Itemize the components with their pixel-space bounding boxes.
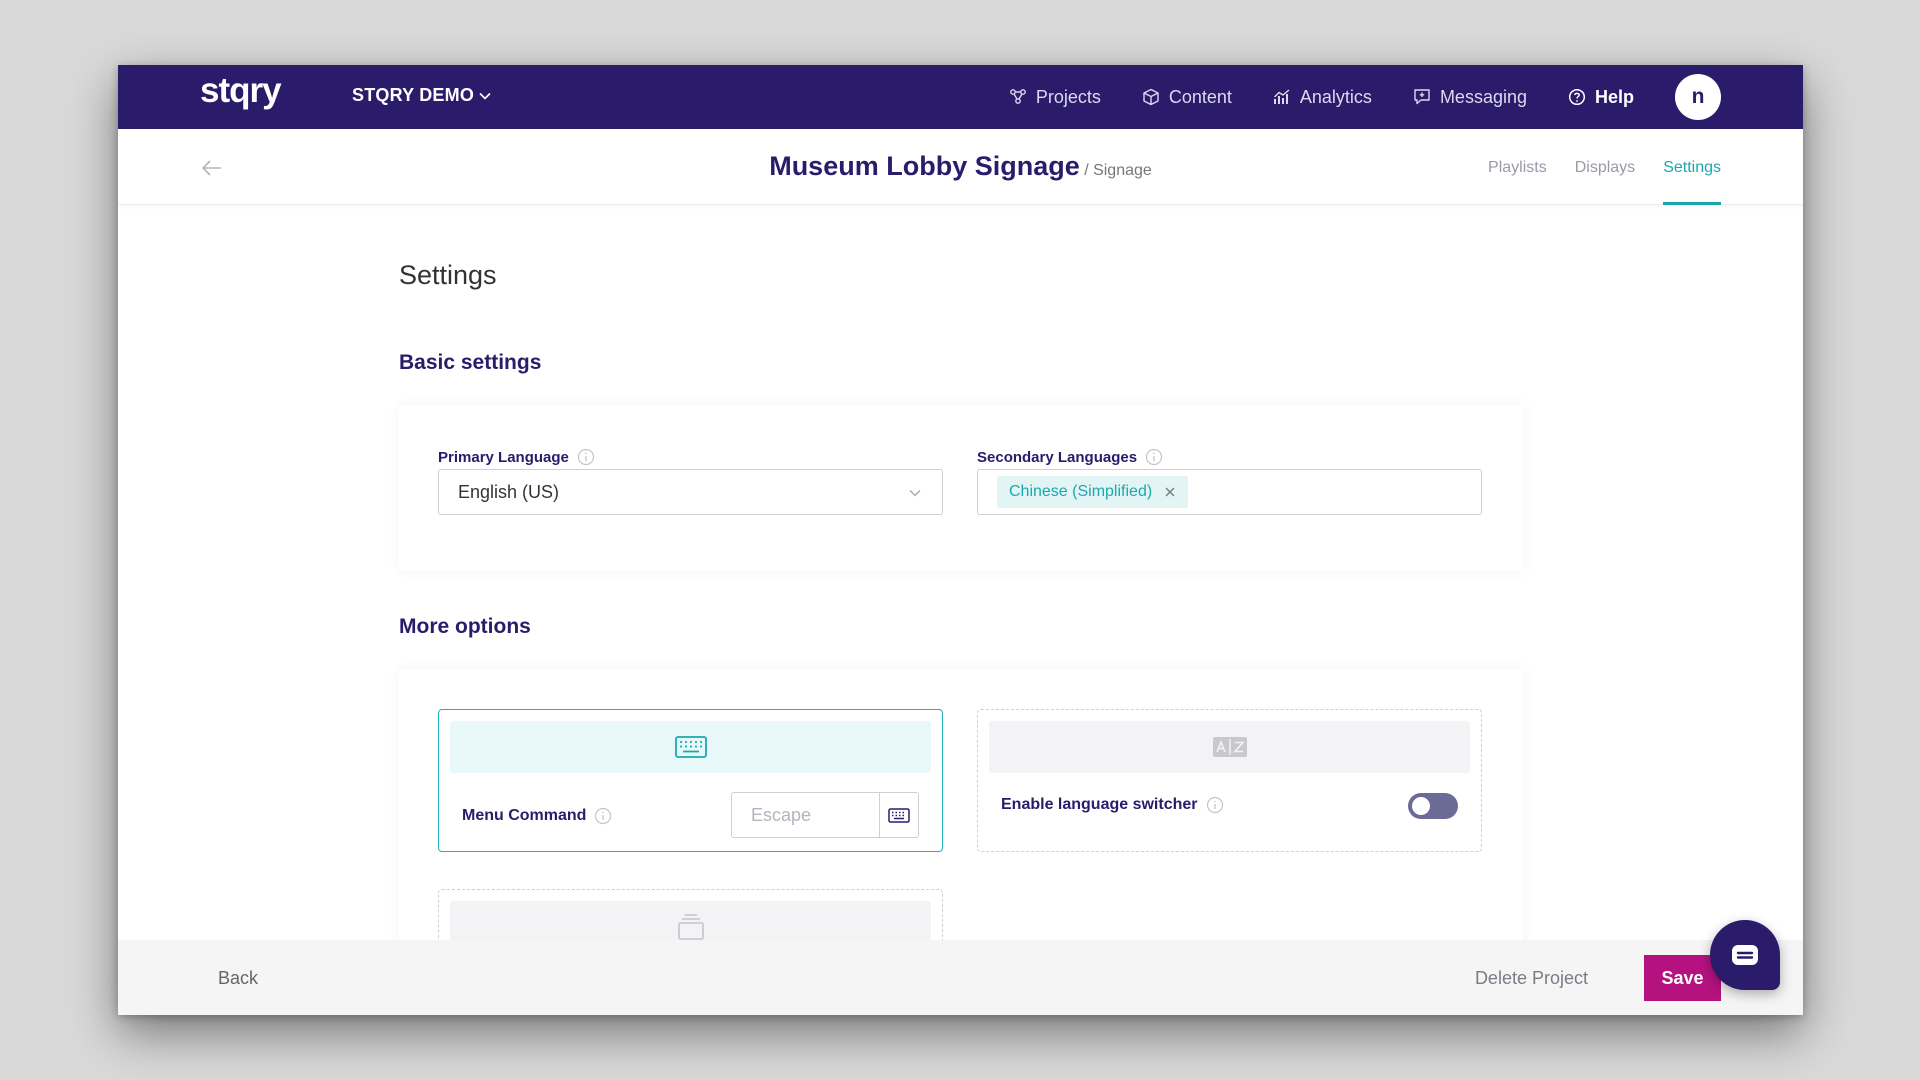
primary-language-label-text: Primary Language: [438, 448, 569, 466]
menu-command-input-group: [731, 792, 919, 838]
secondary-languages-label-text: Secondary Languages: [977, 448, 1138, 466]
info-icon[interactable]: [577, 448, 595, 466]
project-header: Museum Lobby Signage / Signage Playlists…: [118, 129, 1803, 205]
nav-messaging[interactable]: Messaging: [1413, 87, 1527, 108]
footer-bar: Back Delete Project Save: [118, 940, 1803, 1015]
org-switcher[interactable]: STQRY DEMO: [352, 85, 492, 106]
project-title: Museum Lobby Signage: [769, 151, 1080, 181]
primary-language-select[interactable]: English (US): [438, 469, 943, 515]
page-title: Settings: [399, 260, 497, 290]
nav-help[interactable]: Help: [1568, 87, 1634, 108]
project-type: / Signage: [1084, 162, 1152, 179]
keyboard-icon: [888, 807, 910, 823]
keyboard-icon: [674, 736, 707, 758]
menu-command-label: Menu Command: [462, 807, 612, 825]
layers-option-banner: [450, 901, 931, 940]
more-options-card: Menu Command Enable language switcher: [399, 669, 1523, 940]
language-switcher-banner: [989, 721, 1470, 773]
menu-command-label-text: Menu Command: [462, 807, 587, 824]
box-icon: [1143, 88, 1159, 106]
back-link[interactable]: Back: [218, 968, 258, 989]
language-switcher-toggle[interactable]: [1408, 793, 1458, 819]
menu-command-banner: [450, 721, 931, 773]
info-icon[interactable]: [594, 807, 612, 825]
tab-playlists[interactable]: Playlists: [1488, 129, 1547, 205]
secondary-languages-multiselect[interactable]: Chinese (Simplified): [977, 469, 1482, 515]
stack-icon: [677, 914, 704, 940]
help-icon: [1568, 88, 1586, 106]
basic-settings-card: Primary Language English (US) Secondary …: [399, 405, 1523, 571]
primary-language-value: English (US): [458, 482, 560, 502]
layers-option[interactable]: [438, 889, 943, 940]
chevron-down-icon: [909, 490, 921, 497]
tab-displays[interactable]: Displays: [1575, 129, 1635, 205]
nav-content-label: Content: [1168, 86, 1232, 107]
language-chip: Chinese (Simplified): [997, 476, 1189, 508]
language-switcher-label-text: Enable language switcher: [1001, 796, 1198, 813]
nav-content[interactable]: Content: [1142, 87, 1232, 108]
nav-projects-label: Projects: [1035, 86, 1101, 107]
project-tabs: Playlists Displays Settings: [1460, 129, 1721, 205]
stqry-logo[interactable]: stqry: [200, 71, 282, 111]
chat-icon: [1732, 945, 1758, 965]
messaging-icon: [1414, 89, 1430, 105]
projects-icon: [1009, 89, 1026, 104]
nav-messaging-label: Messaging: [1439, 86, 1527, 107]
language-switcher-label: Enable language switcher: [1001, 796, 1224, 814]
more-options-heading: More options: [399, 615, 531, 638]
translate-icon: [1212, 737, 1247, 757]
top-navigation: stqry STQRY DEMO Projects Content Analyt…: [118, 65, 1803, 129]
nav-analytics-label: Analytics: [1299, 86, 1372, 107]
primary-language-label: Primary Language: [438, 448, 595, 466]
delete-project-button[interactable]: Delete Project: [1475, 968, 1588, 989]
info-icon[interactable]: [1206, 796, 1224, 814]
nav-projects[interactable]: Projects: [1009, 87, 1101, 108]
chat-launcher-button[interactable]: [1710, 920, 1780, 990]
close-icon[interactable]: [1164, 486, 1176, 498]
save-button[interactable]: Save: [1644, 955, 1721, 1001]
app-window: stqry STQRY DEMO Projects Content Analyt…: [118, 65, 1803, 1015]
toggle-knob: [1412, 797, 1430, 815]
language-chip-label: Chinese (Simplified): [1009, 483, 1153, 500]
user-avatar[interactable]: n: [1675, 74, 1721, 120]
chevron-down-icon: [479, 92, 491, 100]
menu-command-option[interactable]: Menu Command: [438, 709, 943, 852]
secondary-languages-label: Secondary Languages: [977, 448, 1163, 466]
nav-analytics[interactable]: Analytics: [1273, 87, 1372, 108]
info-icon[interactable]: [1145, 448, 1163, 466]
basic-settings-heading: Basic settings: [399, 351, 542, 374]
menu-command-input[interactable]: [732, 793, 879, 837]
keyboard-capture-button[interactable]: [879, 793, 918, 837]
settings-content[interactable]: Settings Basic settings Primary Language…: [118, 205, 1803, 940]
org-name: STQRY DEMO: [352, 85, 475, 105]
nav-menu: Projects Content Analytics Messaging Hel…: [968, 65, 1721, 129]
analytics-icon: [1273, 89, 1290, 104]
tab-settings[interactable]: Settings: [1663, 129, 1721, 205]
nav-help-label: Help: [1594, 86, 1634, 107]
language-switcher-option[interactable]: Enable language switcher: [977, 709, 1482, 852]
